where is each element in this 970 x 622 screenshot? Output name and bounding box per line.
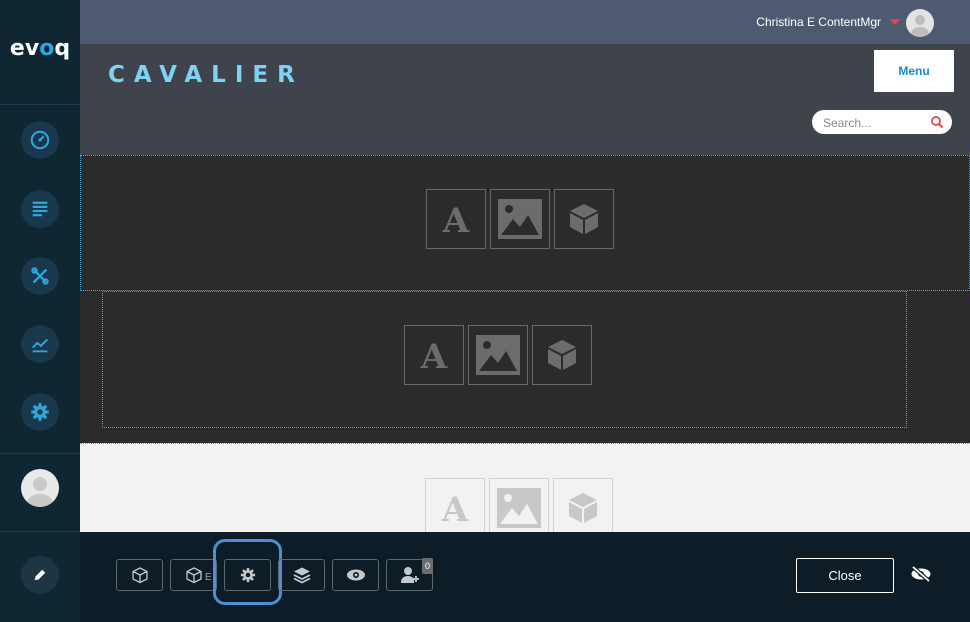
- sidebar-divider: [0, 531, 80, 532]
- text-icon[interactable]: A: [426, 189, 486, 249]
- content-pane-2[interactable]: A: [102, 291, 907, 428]
- content-list-icon[interactable]: [21, 190, 59, 228]
- layers-icon: [293, 567, 310, 584]
- existing-module-icon: [185, 567, 202, 584]
- add-existing-module-button[interactable]: E: [170, 559, 217, 591]
- edit-toolbar: E 0 Close: [80, 532, 970, 622]
- page-settings-icon: [240, 567, 255, 583]
- notification-badge: 0: [422, 558, 433, 574]
- module-icon: [131, 567, 148, 584]
- user-avatar[interactable]: [21, 469, 59, 507]
- add-module-button[interactable]: [116, 559, 163, 591]
- preview-button[interactable]: [332, 559, 379, 591]
- text-icon[interactable]: A: [425, 478, 485, 533]
- image-icon[interactable]: [490, 189, 550, 249]
- evoq-logo[interactable]: evoq: [0, 36, 80, 61]
- existing-module-sub-label: E: [205, 572, 212, 583]
- eye-slash-icon[interactable]: [910, 565, 932, 583]
- username-label[interactable]: Christina E ContentMgr: [756, 15, 881, 29]
- top-user-avatar[interactable]: [906, 9, 934, 37]
- content-pane-1[interactable]: A: [80, 155, 970, 291]
- content-pane-3[interactable]: A: [80, 443, 970, 533]
- edit-pencil-icon[interactable]: [21, 556, 59, 594]
- module-box-icon[interactable]: [554, 189, 614, 249]
- menu-button[interactable]: Menu: [874, 50, 954, 92]
- site-header: CAVALIER Menu Search...: [80, 44, 970, 155]
- search-icon[interactable]: [930, 115, 944, 129]
- layers-button[interactable]: [278, 559, 325, 591]
- svg-text:A: A: [441, 490, 469, 528]
- chevron-down-icon[interactable]: [890, 19, 900, 25]
- preview-eye-icon: [346, 569, 365, 581]
- svg-text:A: A: [420, 337, 448, 375]
- add-user-button[interactable]: 0: [386, 558, 433, 591]
- sidebar-divider: [0, 453, 80, 454]
- content-pane-2-wrapper: A: [80, 291, 970, 443]
- close-button[interactable]: Close: [796, 558, 894, 593]
- search-placeholder: Search...: [823, 116, 872, 130]
- add-user-icon: [400, 567, 419, 583]
- image-icon[interactable]: [468, 325, 528, 385]
- page-settings-button[interactable]: [224, 559, 271, 591]
- module-box-icon[interactable]: [532, 325, 592, 385]
- tools-icon[interactable]: [21, 257, 59, 295]
- user-bar: Christina E ContentMgr: [80, 0, 970, 44]
- settings-gear-icon[interactable]: [21, 393, 59, 431]
- dashboard-gauge-icon[interactable]: [21, 121, 59, 159]
- site-brand-logo[interactable]: CAVALIER: [108, 62, 304, 88]
- sidebar-divider: [0, 104, 80, 105]
- search-input[interactable]: Search...: [812, 110, 952, 134]
- text-icon[interactable]: A: [404, 325, 464, 385]
- module-box-icon[interactable]: [553, 478, 613, 533]
- analytics-chart-icon[interactable]: [21, 325, 59, 363]
- image-icon[interactable]: [489, 478, 549, 533]
- left-sidebar: evoq: [0, 0, 80, 622]
- svg-text:A: A: [442, 201, 470, 239]
